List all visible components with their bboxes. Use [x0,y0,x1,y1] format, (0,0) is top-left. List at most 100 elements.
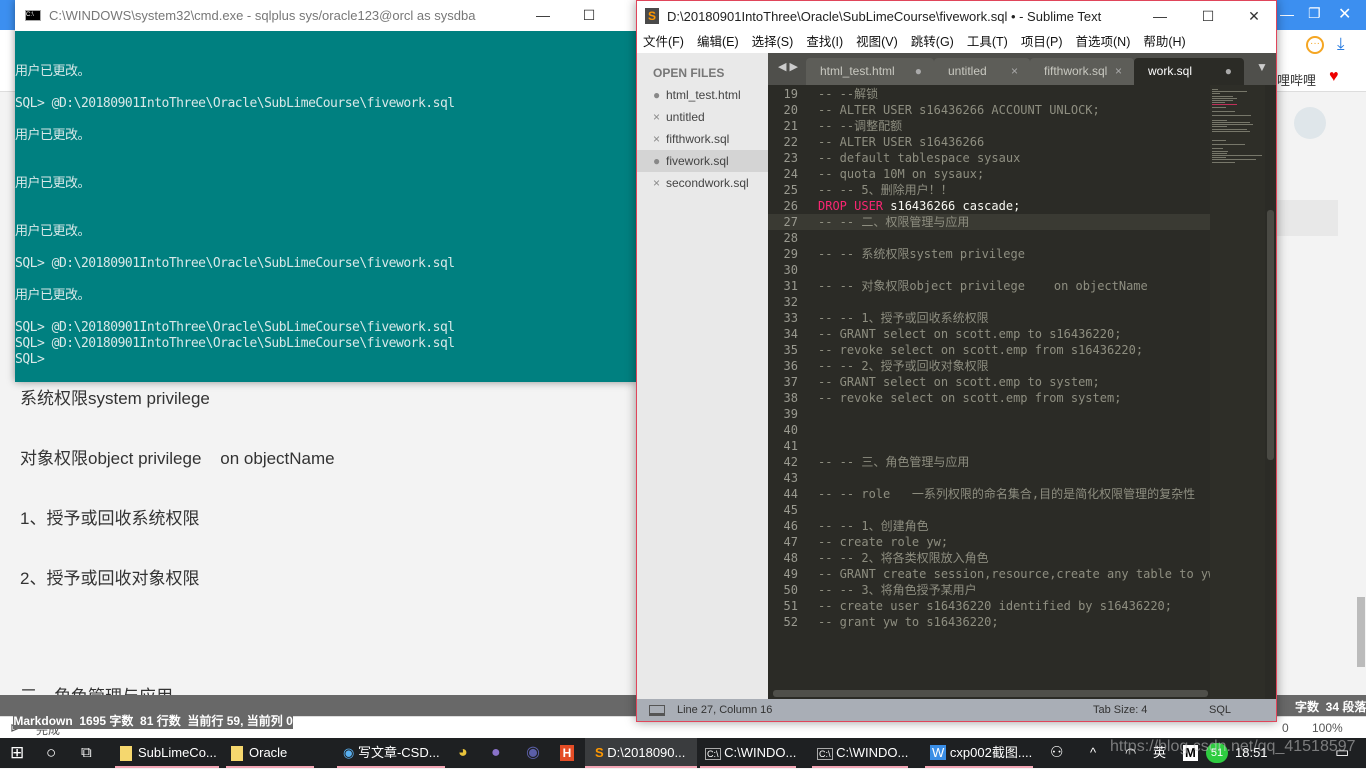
menu-item[interactable]: 首选项(N) [1076,31,1131,53]
cortana-icon[interactable]: ○ [46,738,56,768]
open-file-item[interactable]: × fifthwork.sql [637,128,768,150]
code-line[interactable]: 30 [768,262,1210,278]
open-file-item[interactable]: ● html_test.html [637,84,768,106]
code-line[interactable]: 34 -- GRANT select on scott.emp to s16436… [768,326,1210,342]
code-line[interactable]: 41 [768,438,1210,454]
code-line[interactable]: 47 -- create role yw; [768,534,1210,550]
syntax[interactable]: SQL [1209,699,1231,721]
menu-item[interactable]: 项目(P) [1021,31,1063,53]
horizontal-scrollbar[interactable] [773,690,1208,697]
tab-size[interactable]: Tab Size: 4 [1093,699,1147,721]
code-line[interactable]: 48 -- -- 2、将各类权限放入角色 [768,550,1210,566]
menu-item[interactable]: 帮助(H) [1143,31,1185,53]
hbuilder-icon[interactable]: H [560,745,574,761]
code-line[interactable]: 28 [768,230,1210,246]
code-line[interactable]: 50 -- -- 3、将角色授予某用户 [768,582,1210,598]
code-line[interactable]: 42 -- -- 三、角色管理与应用 [768,454,1210,470]
tab[interactable]: work.sql ● [1134,58,1244,85]
more-icon[interactable]: ··· [1306,36,1324,54]
unsaved-dot-icon[interactable]: ● [653,150,666,172]
taskbar-item-cmd[interactable]: C:\ C:\WINDO... [812,738,908,768]
code-line[interactable]: 40 [768,422,1210,438]
cmd-window[interactable]: C:\ C:\WINDOWS\system32\cmd.exe - sqlplu… [15,0,636,382]
code-line[interactable]: 52 -- grant yw to s16436220; [768,614,1210,630]
open-file-item[interactable]: ● fivework.sql [637,150,768,172]
tab[interactable]: untitled × [934,58,1030,85]
menu-item[interactable]: 视图(V) [856,31,898,53]
open-file-item[interactable]: × untitled [637,106,768,128]
close-button[interactable]: ✕ [1231,1,1277,32]
tab[interactable]: fifthwork.sql × [1030,58,1134,85]
close-icon[interactable]: × [653,128,666,150]
code-line[interactable]: 20 -- ALTER USER s16436266 ACCOUNT UNLOCK… [768,102,1210,118]
code-editor[interactable]: 19 -- --解锁 20 -- ALTER USER s16436266 ACCOU… [768,85,1276,699]
code-line[interactable]: 19 -- --解锁 [768,86,1210,102]
code-line[interactable]: 26 DROP USER s16436266 cascade; [768,198,1210,214]
page-scrollbar[interactable] [1357,597,1365,667]
maximize-button[interactable]: ☐ [1185,1,1231,32]
code-line[interactable]: 44 -- -- role 一系列权限的命名集合,目的是简化权限管理的复杂性 [768,486,1210,502]
code-line[interactable]: 35 -- revoke select on scott.emp from s16… [768,342,1210,358]
code-line[interactable]: 36 -- -- 2、授予或回收对象权限 [768,358,1210,374]
unsaved-dot-icon[interactable]: ● [915,58,922,85]
menu-item[interactable]: 选择(S) [752,31,794,53]
people-icon[interactable]: ⚇ [1050,738,1063,768]
zoom-level[interactable]: 100% [1312,721,1343,735]
close-icon[interactable]: ✕ [1338,4,1351,24]
sublime-window[interactable]: S D:\20180901IntoThree\Oracle\SubLimeCou… [636,0,1277,722]
restore-icon[interactable]: ❐ [1308,5,1321,22]
close-icon[interactable]: × [653,106,666,128]
vertical-scrollbar[interactable] [1265,85,1276,699]
taskbar-item-sublimecourse[interactable]: SubLimeCo... [115,738,219,768]
taskbar-item-cmd[interactable]: C:\ C:\WINDO... [700,738,796,768]
scroll-thumb[interactable] [1267,210,1274,460]
minimize-icon[interactable]: — [1280,6,1294,22]
minimize-button[interactable]: — [1137,1,1183,32]
minimap[interactable] [1210,85,1265,699]
code-line[interactable]: 49 -- GRANT create session,resource,creat… [768,566,1210,582]
close-icon[interactable]: × [653,172,666,194]
code-line[interactable]: 37 -- GRANT select on scott.emp to system… [768,374,1210,390]
menu-item[interactable]: 工具(T) [967,31,1008,53]
eclipse-icon[interactable]: ● [491,738,501,768]
taskbar-item-screenshot[interactable]: W cxp002截图.... [925,738,1033,768]
task-view-icon[interactable]: ⧉ [81,738,92,768]
avatar[interactable] [1294,107,1326,139]
code-line[interactable]: 51 -- create user s16436220 identified by… [768,598,1210,614]
code-line[interactable]: 38 -- revoke select on scott.emp from sys… [768,390,1210,406]
menu-item[interactable]: 跳转(G) [911,31,954,53]
tab-scroll-arrows-icon[interactable]: ◀ ▶ [778,60,798,73]
code-line[interactable]: 39 [768,406,1210,422]
panel-toggle-icon[interactable] [649,705,665,716]
bookmark-bilibili[interactable]: 哩哔哩 [1277,70,1316,89]
code-line[interactable]: 23 -- default tablespace sysaux [768,150,1210,166]
code-line[interactable]: 45 [768,502,1210,518]
code-line[interactable]: 24 -- quota 10M on sysaux; [768,166,1210,182]
code-line[interactable]: 31 -- -- 对象权限object privilege on objectNa… [768,278,1210,294]
code-line[interactable]: 29 -- -- 系统权限system privilege [768,246,1210,262]
menu-item[interactable]: 文件(F) [643,31,684,53]
taskbar-item-sublime[interactable]: S D:\2018090... [585,738,697,768]
code-line[interactable]: 22 -- ALTER USER s16436266 [768,134,1210,150]
code-line[interactable]: 27 -- -- 二、权限管理与应用 [768,214,1210,230]
chrome-icon[interactable]: ◕ [458,738,468,768]
maximize-button[interactable]: ☐ [566,0,612,31]
download-icon[interactable]: ⤓ [1337,34,1345,54]
code-line[interactable]: 46 -- -- 1、创建角色 [768,518,1210,534]
code-line[interactable]: 33 -- -- 1、授予或回收系统权限 [768,310,1210,326]
code-line[interactable]: 25 -- -- 5、删除用户！！ [768,182,1210,198]
menu-item[interactable]: 编辑(E) [697,31,739,53]
code-line[interactable]: 32 [768,294,1210,310]
code-line[interactable]: 21 -- --调整配额 [768,118,1210,134]
minimize-button[interactable]: — [520,0,566,31]
unsaved-dot-icon[interactable]: ● [1225,58,1232,85]
taskbar-item-oracle[interactable]: Oracle [226,738,314,768]
menu-item[interactable]: 查找(I) [806,31,843,53]
unsaved-dot-icon[interactable]: ● [653,84,666,106]
code-line[interactable]: 43 [768,470,1210,486]
tab-close-icon[interactable]: × [1115,58,1122,85]
tab-close-icon[interactable]: × [1011,58,1018,85]
open-file-item[interactable]: × secondwork.sql [637,172,768,194]
windows-start-icon[interactable]: ⊞ [10,738,24,768]
tray-expand-icon[interactable]: ^ [1090,738,1096,768]
